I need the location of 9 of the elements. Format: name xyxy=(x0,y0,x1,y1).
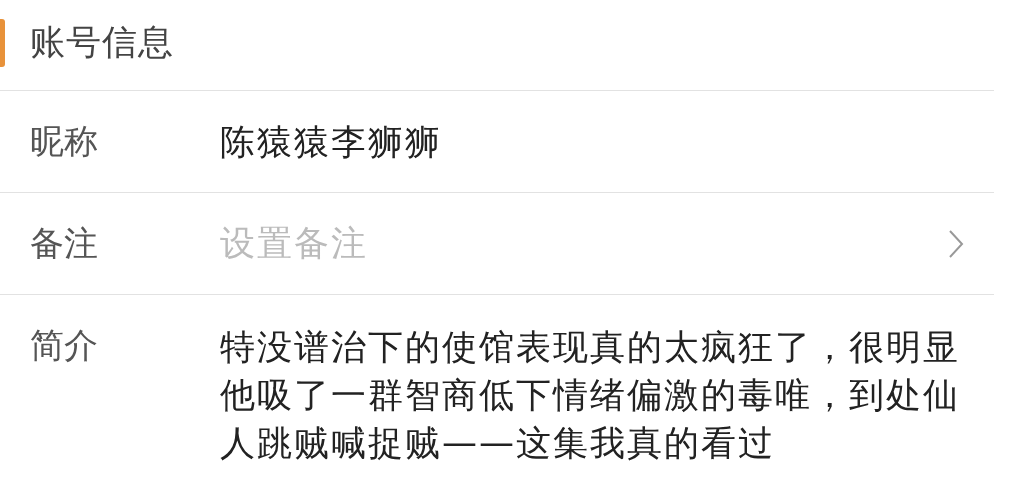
accent-bar xyxy=(0,19,5,67)
chevron-right-icon[interactable] xyxy=(948,228,964,259)
field-value: 特没谱治下的使馆表现真的太疯狂了，很明显他吸了一群智商低下情绪偏激的毒唯，到处仙人跳贼喊捉贼——这集我真的看过 xyxy=(220,326,961,465)
field-label: 备注 xyxy=(29,221,99,265)
field-placeholder[interactable]: 设置备注 xyxy=(220,220,948,267)
field-label: 简介 xyxy=(29,324,99,367)
field-value: 陈猿猿李狮狮 xyxy=(220,120,443,164)
field-label: 昵称 xyxy=(29,119,99,163)
section-title: 账号信息 xyxy=(30,20,174,64)
